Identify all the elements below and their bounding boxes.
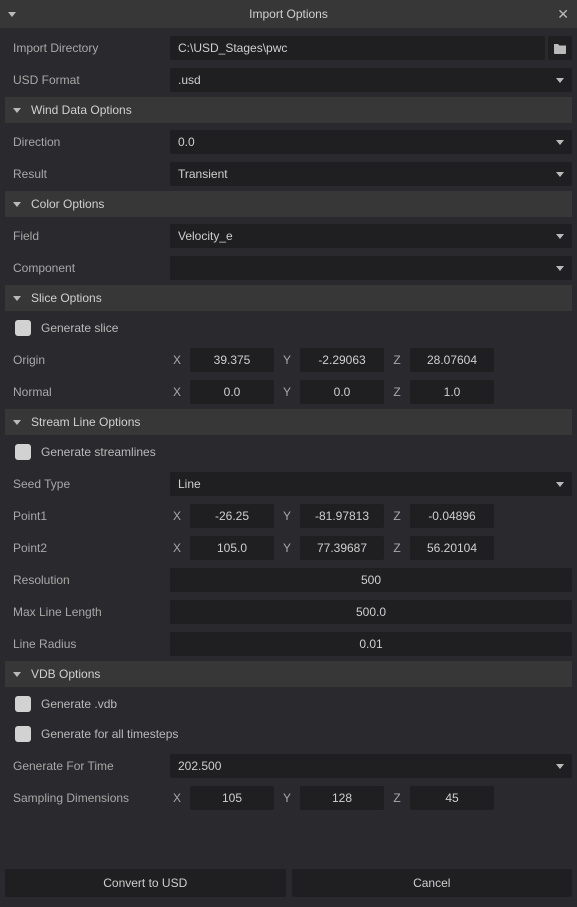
sampling-dimensions-label: Sampling Dimensions xyxy=(5,791,170,805)
collapse-icon xyxy=(13,420,21,425)
generate-vdb-label: Generate .vdb xyxy=(41,697,117,711)
wind-data-options-header[interactable]: Wind Data Options xyxy=(5,97,572,123)
generate-all-timesteps-label: Generate for all timesteps xyxy=(41,727,178,741)
collapse-icon xyxy=(13,672,21,677)
chevron-down-icon xyxy=(556,482,564,487)
point1-x-input[interactable] xyxy=(190,504,274,528)
generate-streamlines-label: Generate streamlines xyxy=(41,445,156,459)
color-options-header[interactable]: Color Options xyxy=(5,191,572,217)
sampling-z-input[interactable] xyxy=(410,786,494,810)
point2-y-input[interactable] xyxy=(300,536,384,560)
stream-line-options-header[interactable]: Stream Line Options xyxy=(5,409,572,435)
chevron-down-icon xyxy=(556,234,564,239)
window-title: Import Options xyxy=(0,7,577,21)
normal-x-input[interactable] xyxy=(190,380,274,404)
import-directory-input[interactable] xyxy=(170,36,545,60)
generate-for-time-label: Generate For Time xyxy=(5,759,170,773)
component-label: Component xyxy=(5,261,170,275)
chevron-down-icon xyxy=(556,172,564,177)
chevron-down-icon xyxy=(556,266,564,271)
x-label: X xyxy=(170,509,184,523)
generate-all-timesteps-checkbox[interactable] xyxy=(15,726,31,742)
point2-x-input[interactable] xyxy=(190,536,274,560)
seed-type-label: Seed Type xyxy=(5,477,170,491)
slice-options-header[interactable]: Slice Options xyxy=(5,285,572,311)
x-label: X xyxy=(170,353,184,367)
import-directory-label: Import Directory xyxy=(5,41,170,55)
direction-dropdown[interactable]: 0.0 xyxy=(170,130,572,154)
y-label: Y xyxy=(280,791,294,805)
line-radius-label: Line Radius xyxy=(5,637,170,651)
generate-vdb-checkbox[interactable] xyxy=(15,696,31,712)
origin-x-input[interactable] xyxy=(190,348,274,372)
collapse-icon xyxy=(13,296,21,301)
origin-z-input[interactable] xyxy=(410,348,494,372)
z-label: Z xyxy=(390,541,404,555)
chevron-down-icon xyxy=(556,78,564,83)
max-line-length-input[interactable] xyxy=(170,600,572,624)
cancel-button[interactable]: Cancel xyxy=(292,869,573,897)
max-line-length-label: Max Line Length xyxy=(5,605,170,619)
point1-label: Point1 xyxy=(5,509,170,523)
collapse-icon xyxy=(13,108,21,113)
point1-z-input[interactable] xyxy=(410,504,494,528)
sampling-y-input[interactable] xyxy=(300,786,384,810)
normal-y-input[interactable] xyxy=(300,380,384,404)
field-label: Field xyxy=(5,229,170,243)
convert-to-usd-button[interactable]: Convert to USD xyxy=(5,869,286,897)
z-label: Z xyxy=(390,509,404,523)
folder-icon xyxy=(553,42,567,54)
resolution-input[interactable] xyxy=(170,568,572,592)
normal-z-input[interactable] xyxy=(410,380,494,404)
point1-y-input[interactable] xyxy=(300,504,384,528)
chevron-down-icon xyxy=(556,140,564,145)
x-label: X xyxy=(170,385,184,399)
menu-caret-icon[interactable] xyxy=(8,12,16,17)
generate-slice-checkbox[interactable] xyxy=(15,320,31,336)
line-radius-input[interactable] xyxy=(170,632,572,656)
chevron-down-icon xyxy=(556,764,564,769)
y-label: Y xyxy=(280,509,294,523)
usd-format-label: USD Format xyxy=(5,73,170,87)
origin-label: Origin xyxy=(5,353,170,367)
z-label: Z xyxy=(390,385,404,399)
field-dropdown[interactable]: Velocity_e xyxy=(170,224,572,248)
generate-slice-label: Generate slice xyxy=(41,321,118,335)
seed-type-dropdown[interactable]: Line xyxy=(170,472,572,496)
usd-format-dropdown[interactable]: .usd xyxy=(170,68,572,92)
normal-label: Normal xyxy=(5,385,170,399)
result-label: Result xyxy=(5,167,170,181)
z-label: Z xyxy=(390,791,404,805)
y-label: Y xyxy=(280,353,294,367)
generate-for-time-dropdown[interactable]: 202.500 xyxy=(170,754,572,778)
vdb-options-header[interactable]: VDB Options xyxy=(5,661,572,687)
component-dropdown[interactable] xyxy=(170,256,572,280)
result-dropdown[interactable]: Transient xyxy=(170,162,572,186)
direction-label: Direction xyxy=(5,135,170,149)
point2-label: Point2 xyxy=(5,541,170,555)
close-icon[interactable]: ✕ xyxy=(557,6,569,23)
z-label: Z xyxy=(390,353,404,367)
origin-y-input[interactable] xyxy=(300,348,384,372)
x-label: X xyxy=(170,541,184,555)
y-label: Y xyxy=(280,385,294,399)
generate-streamlines-checkbox[interactable] xyxy=(15,444,31,460)
collapse-icon xyxy=(13,202,21,207)
browse-folder-button[interactable] xyxy=(548,36,572,60)
x-label: X xyxy=(170,791,184,805)
y-label: Y xyxy=(280,541,294,555)
sampling-x-input[interactable] xyxy=(190,786,274,810)
resolution-label: Resolution xyxy=(5,573,170,587)
point2-z-input[interactable] xyxy=(410,536,494,560)
